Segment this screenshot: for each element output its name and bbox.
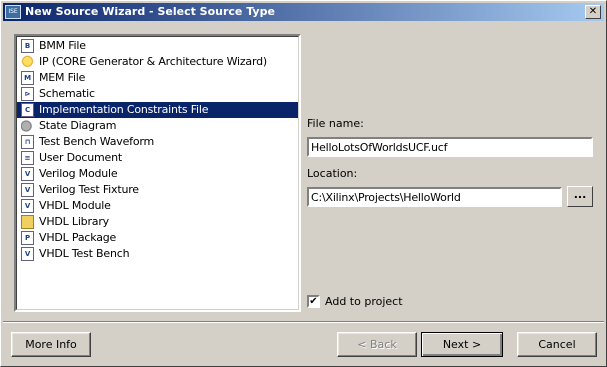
- source-type-item[interactable]: V VHDL Module: [17, 198, 298, 214]
- file-name-label: File name:: [307, 117, 364, 130]
- browse-button[interactable]: ...: [567, 186, 593, 207]
- source-type-label: IP (CORE Generator & Architecture Wizard…: [39, 55, 267, 68]
- source-type-item[interactable]: ⊳ Schematic: [17, 86, 298, 102]
- file-name-input[interactable]: HelloLotsOfWorldsUCF.ucf: [307, 137, 593, 157]
- source-type-item[interactable]: V Verilog Test Fixture: [17, 182, 298, 198]
- source-type-label: User Document: [39, 151, 122, 164]
- source-type-item[interactable]: B BMM File: [17, 38, 298, 54]
- add-to-project-checkbox[interactable]: ✔: [307, 295, 320, 308]
- new-source-wizard-dialog: ISE New Source Wizard - Select Source Ty…: [0, 0, 607, 367]
- document-icon: M: [21, 71, 34, 85]
- source-type-label: VHDL Module: [39, 199, 111, 212]
- source-type-item[interactable]: C Implementation Constraints File: [17, 102, 298, 118]
- back-button[interactable]: < Back: [337, 332, 417, 357]
- source-type-label: Verilog Test Fixture: [39, 183, 139, 196]
- button-separator: [3, 321, 604, 323]
- verilog-icon: V: [21, 167, 34, 181]
- source-type-label: VHDL Package: [39, 231, 117, 244]
- source-type-label: Implementation Constraints File: [39, 103, 209, 116]
- location-input[interactable]: C:\Xilinx\Projects\HelloWorld: [307, 187, 562, 207]
- vhdl-icon: P: [21, 231, 34, 245]
- source-type-label: VHDL Library: [39, 215, 109, 228]
- source-type-label: VHDL Test Bench: [39, 247, 130, 260]
- window-title: New Source Wizard - Select Source Type: [25, 5, 275, 18]
- source-type-list-inner: B BMM File IP (CORE Generator & Architectu…: [16, 36, 299, 310]
- source-type-label: Verilog Module: [39, 167, 118, 180]
- vhdl-icon: V: [21, 247, 34, 261]
- folder-icon: [21, 215, 34, 229]
- source-type-label: State Diagram: [39, 119, 117, 132]
- constraints-icon: C: [21, 103, 34, 117]
- vhdl-icon: V: [21, 199, 34, 213]
- source-type-item[interactable]: IP (CORE Generator & Architecture Wizard…: [17, 54, 298, 70]
- lightbulb-icon: [21, 55, 34, 69]
- source-type-item[interactable]: ⊓ Test Bench Waveform: [17, 134, 298, 150]
- location-label: Location:: [307, 167, 358, 180]
- source-type-label: Schematic: [39, 87, 95, 100]
- verilog-icon: V: [21, 183, 34, 197]
- source-type-item[interactable]: V VHDL Test Bench: [17, 246, 298, 262]
- source-type-list[interactable]: B BMM File IP (CORE Generator & Architectu…: [14, 34, 301, 312]
- next-button[interactable]: Next >: [421, 332, 503, 357]
- add-to-project-label[interactable]: Add to project: [325, 295, 403, 308]
- source-type-item[interactable]: State Diagram: [17, 118, 298, 134]
- source-type-item[interactable]: VHDL Library: [17, 214, 298, 230]
- state-diagram-icon: [21, 119, 34, 133]
- source-type-label: MEM File: [39, 71, 86, 84]
- source-type-item[interactable]: ≡ User Document: [17, 150, 298, 166]
- title-bar: ISE New Source Wizard - Select Source Ty…: [3, 3, 604, 21]
- close-button[interactable]: ✕: [585, 5, 601, 19]
- waveform-icon: ⊓: [21, 135, 34, 149]
- cancel-button[interactable]: Cancel: [517, 332, 597, 357]
- source-type-item[interactable]: V Verilog Module: [17, 166, 298, 182]
- schematic-icon: ⊳: [21, 87, 34, 101]
- source-type-label: BMM File: [39, 39, 86, 52]
- source-type-item[interactable]: M MEM File: [17, 70, 298, 86]
- document-icon: ≡: [21, 151, 34, 165]
- source-type-item[interactable]: P VHDL Package: [17, 230, 298, 246]
- document-icon: B: [21, 39, 34, 53]
- source-type-label: Test Bench Waveform: [39, 135, 154, 148]
- more-info-button[interactable]: More Info: [11, 332, 91, 357]
- ise-app-icon: ISE: [5, 5, 21, 19]
